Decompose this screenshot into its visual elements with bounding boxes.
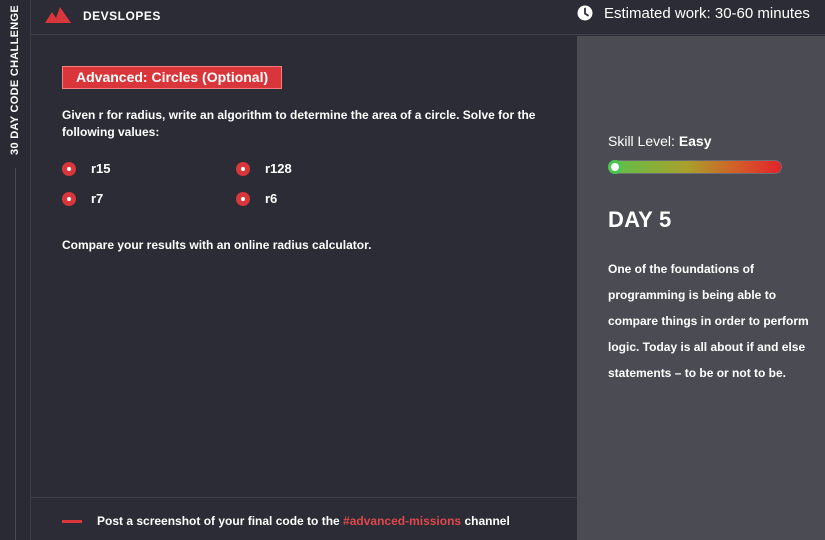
bullet-icon xyxy=(62,191,76,206)
footer-text: Post a screenshot of your final code to … xyxy=(97,514,510,528)
bullet-icon xyxy=(236,161,250,176)
value-item: r6 xyxy=(236,191,277,206)
clock-icon xyxy=(577,5,593,21)
brand-name: DEVSLOPES xyxy=(83,9,161,23)
day-description: One of the foundations of programming is… xyxy=(608,262,809,380)
value-item: r7 xyxy=(62,191,103,206)
skill-level-bar xyxy=(608,160,782,174)
compare-note: Compare your results with an online radi… xyxy=(62,238,372,252)
footer-prefix: Post a screenshot of your final code to … xyxy=(97,514,344,528)
header: DEVSLOPES Estimated work: 30-60 minutes xyxy=(31,0,825,35)
challenge-strip: 30 DAY CODE CHALLENGE xyxy=(0,0,31,540)
challenge-strip-label: 30 DAY CODE CHALLENGE xyxy=(9,5,22,155)
bullet-icon xyxy=(62,161,76,176)
skill-label: Skill Level: xyxy=(608,133,679,149)
value-label: r15 xyxy=(91,161,111,176)
value-item: r128 xyxy=(236,161,292,176)
skill-level: Skill Level: Easy xyxy=(608,133,712,149)
strip-divider xyxy=(15,168,16,540)
skill-value: Easy xyxy=(678,133,712,149)
mission-panel: Advanced: Circles (Optional) Given r for… xyxy=(31,36,577,540)
value-label: r6 xyxy=(265,191,278,206)
channel-link[interactable]: #advanced-missions xyxy=(343,514,461,528)
devslopes-logo-icon xyxy=(45,7,71,23)
bullet-icon xyxy=(236,191,250,206)
estimated-work: Estimated work: 30-60 minutes xyxy=(604,5,810,22)
info-panel: Skill Level: Easy DAY 5 One of the found… xyxy=(577,36,825,540)
mission-badge: Advanced: Circles (Optional) xyxy=(62,66,283,89)
dash-icon xyxy=(62,519,82,523)
value-label: r128 xyxy=(265,161,292,176)
day-title: DAY 5 xyxy=(608,207,672,232)
skill-level-knob xyxy=(608,160,622,174)
footer-divider xyxy=(31,497,577,498)
footer-suffix: channel xyxy=(461,514,510,528)
value-label: r7 xyxy=(91,191,104,206)
mission-footer: Post a screenshot of your final code to … xyxy=(62,514,510,528)
value-item: r15 xyxy=(62,161,111,176)
mission-description: Given r for radius, write an algorithm t… xyxy=(62,108,536,139)
